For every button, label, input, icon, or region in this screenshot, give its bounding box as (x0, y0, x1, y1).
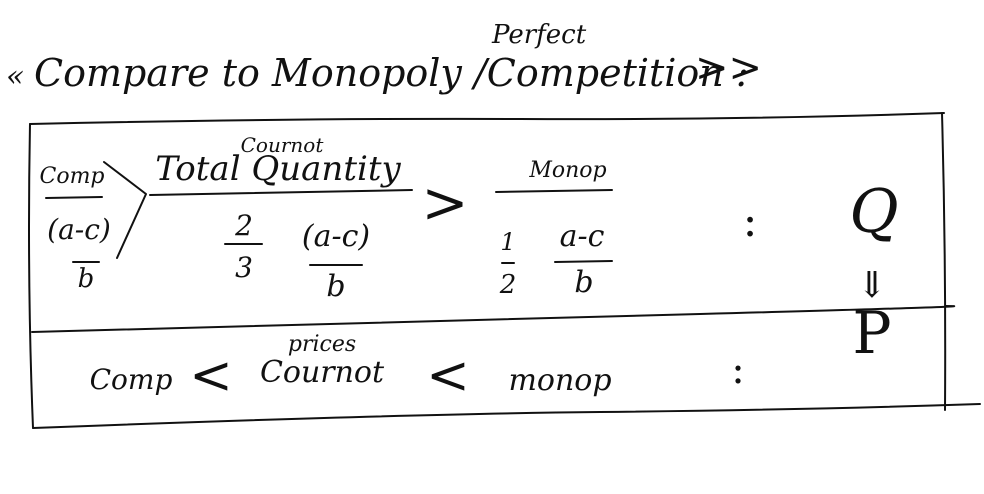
heading-text: Compare to Monopoly /Competition : (34, 51, 749, 95)
heading-open-mark: « (6, 59, 25, 94)
box-right-border (941, 112, 947, 411)
heading-close-mark: >> (695, 45, 763, 91)
cournot-numerator: (a-c) (301, 219, 371, 254)
total-quantity-bar (149, 189, 413, 196)
monop-value-bar (554, 260, 613, 263)
heading-insert-word: Perfect (492, 20, 587, 50)
monop-label: Monop (529, 158, 607, 183)
cournot-denominator: b (326, 269, 346, 304)
comp-label: Comp (39, 164, 105, 189)
monop-coef-num: 1 (500, 228, 516, 256)
box-bottom-border (32, 403, 981, 429)
less-than-sign-1: < (189, 346, 233, 406)
comp-denominator: b (77, 264, 95, 294)
price-monop-label: monop (508, 363, 612, 398)
price-cournot-label: Cournot (259, 355, 385, 390)
box-top-border (29, 112, 945, 125)
comp-fraction-bar (45, 196, 103, 199)
box-left-border (28, 123, 34, 429)
total-quantity-label: Total Quantity (155, 149, 401, 189)
price-colon: : (731, 347, 745, 393)
cournot-coef-den: 3 (235, 251, 253, 284)
quantity-colon: : (742, 196, 758, 247)
price-variable: P (852, 299, 892, 367)
monop-label-bar (495, 189, 613, 193)
handwritten-note: « Compare to Monopoly /Competition : Per… (0, 0, 984, 494)
quantity-variable: Q (849, 177, 899, 247)
monop-coef-den: 2 (499, 270, 517, 300)
row-divider (31, 305, 956, 333)
prices-caption: prices (287, 332, 357, 357)
comp-numerator: (a-c) (47, 213, 111, 246)
greater-than-sign: > (421, 171, 469, 236)
less-than-sign-2: < (426, 346, 470, 406)
cournot-coef-num: 2 (235, 209, 253, 242)
monop-denominator: b (574, 265, 594, 300)
monop-numerator: a-c (559, 219, 605, 254)
price-comp-label: Comp (89, 363, 173, 396)
